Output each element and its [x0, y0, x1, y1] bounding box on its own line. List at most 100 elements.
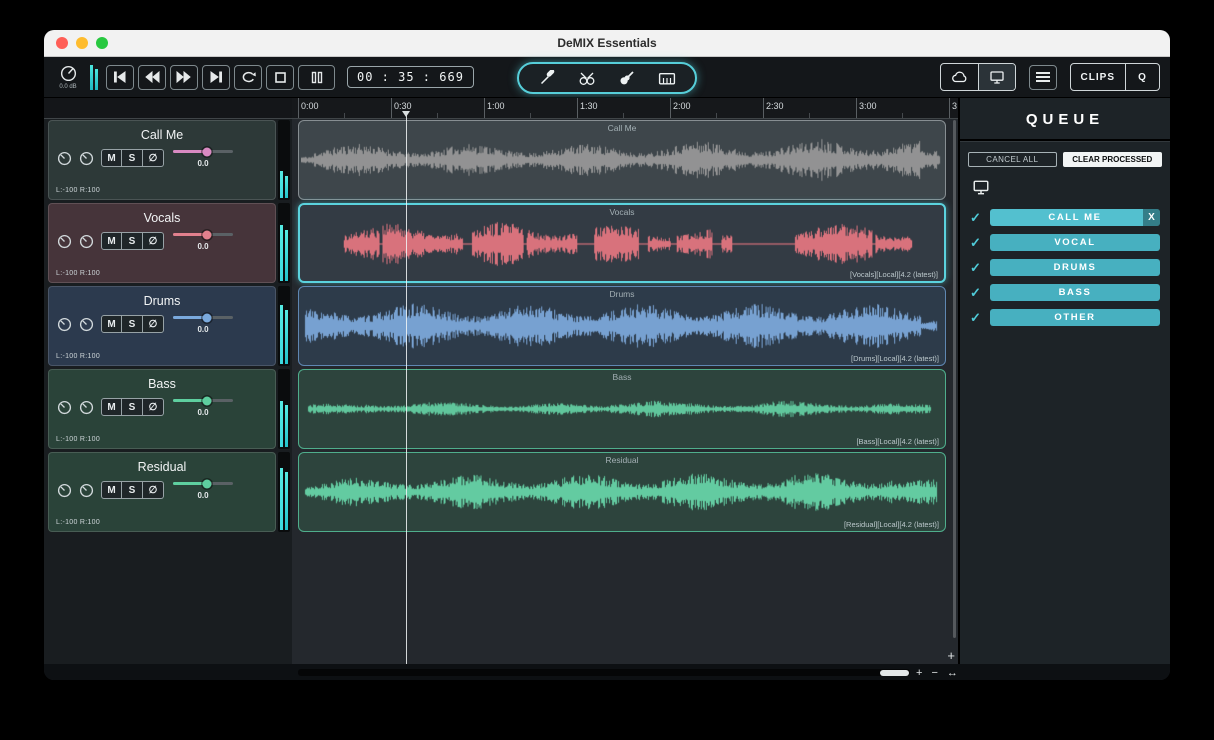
- audio-region[interactable]: Drums [Drums][Local][4.2 (latest)]: [298, 286, 946, 366]
- gain-slider-handle[interactable]: [202, 479, 212, 488]
- ruler-tick: 2:00: [670, 98, 691, 118]
- pan-knob[interactable]: [57, 400, 72, 415]
- menu-button[interactable]: [1028, 64, 1057, 90]
- fast-forward-button[interactable]: [170, 64, 198, 90]
- solo-button[interactable]: S: [122, 481, 143, 499]
- gain-slider-handle[interactable]: [202, 396, 212, 405]
- pause-button[interactable]: [298, 64, 335, 90]
- pan-knob[interactable]: [57, 234, 72, 249]
- queue-item[interactable]: ✓ BASS: [960, 284, 1170, 301]
- queue-item[interactable]: ✓ CALL ME X: [960, 209, 1170, 226]
- zoom-fit-button[interactable]: ↔: [947, 667, 958, 679]
- audio-region[interactable]: Vocals [Vocals][Local][4.2 (latest)]: [298, 203, 946, 283]
- audio-region[interactable]: Bass [Bass][Local][4.2 (latest)]: [298, 369, 946, 449]
- pan-knob[interactable]: [57, 483, 72, 498]
- gain-slider[interactable]: [173, 396, 233, 405]
- phase-button[interactable]: ∅: [143, 149, 164, 167]
- mute-button[interactable]: M: [101, 315, 122, 333]
- pan-knob[interactable]: [57, 317, 72, 332]
- trim-knob[interactable]: [79, 151, 94, 166]
- phase-button[interactable]: ∅: [143, 315, 164, 333]
- vertical-scrollbar[interactable]: [953, 120, 956, 638]
- phase-button[interactable]: ∅: [143, 398, 164, 416]
- track-header[interactable]: Residual M S ∅ 0.0 L:-100 R:100: [48, 452, 276, 532]
- stop-button[interactable]: [266, 64, 294, 90]
- queue-items: ✓ CALL ME X ✓ VOCAL ✓ DRUMS ✓ BASS ✓ OTH…: [960, 209, 1170, 326]
- piano-stem-button[interactable]: [658, 71, 676, 86]
- check-icon: ✓: [970, 234, 981, 250]
- phase-button[interactable]: ∅: [143, 481, 164, 499]
- guitar-stem-button[interactable]: [618, 70, 635, 86]
- solo-button[interactable]: S: [122, 232, 143, 250]
- queue-item[interactable]: ✓ OTHER: [960, 309, 1170, 326]
- master-volume-knob[interactable]: 0.0 dB: [54, 64, 82, 90]
- mute-button[interactable]: M: [101, 398, 122, 416]
- zoom-out-button[interactable]: −: [931, 667, 937, 679]
- loop-button[interactable]: [234, 64, 262, 90]
- queue-panel-button[interactable]: Q: [1125, 64, 1159, 90]
- local-processing-button[interactable]: [977, 64, 1015, 90]
- vertical-zoom-in-button[interactable]: +: [947, 649, 955, 662]
- gain-slider[interactable]: [173, 313, 233, 322]
- timeline-ruler[interactable]: 0:00 0:30 1:00 1:30 2:00 2:30 3:00 3: [292, 98, 958, 119]
- zoom-in-button[interactable]: +: [916, 667, 922, 679]
- queue-item-bar[interactable]: BASS: [990, 284, 1160, 301]
- trim-knob[interactable]: [79, 234, 94, 249]
- gain-slider[interactable]: [173, 479, 233, 488]
- trim-knob[interactable]: [79, 317, 94, 332]
- cancel-all-button[interactable]: CANCEL ALL: [968, 152, 1057, 167]
- mute-button[interactable]: M: [101, 232, 122, 250]
- gain-slider[interactable]: [173, 230, 233, 239]
- queue-item[interactable]: ✓ DRUMS: [960, 259, 1170, 276]
- local-machine-icon: [960, 169, 1170, 209]
- playhead[interactable]: [406, 112, 407, 664]
- remove-item-button[interactable]: X: [1143, 209, 1160, 226]
- playhead-marker[interactable]: [402, 111, 410, 117]
- pan-knob[interactable]: [57, 151, 72, 166]
- ruler-tick-label: 0:00: [301, 101, 319, 111]
- ruler-tick: 3: [949, 98, 957, 118]
- drums-stem-button[interactable]: [578, 70, 596, 86]
- phase-button[interactable]: ∅: [143, 232, 164, 250]
- vocals-stem-button[interactable]: [538, 70, 555, 86]
- trim-knob[interactable]: [79, 483, 94, 498]
- solo-button[interactable]: S: [122, 315, 143, 333]
- mute-button[interactable]: M: [101, 149, 122, 167]
- skip-end-button[interactable]: [202, 64, 230, 90]
- rewind-button[interactable]: [138, 64, 166, 90]
- horizontal-scrollbar-thumb[interactable]: [880, 669, 909, 676]
- solo-button[interactable]: S: [122, 149, 143, 167]
- track-header[interactable]: Bass M S ∅ 0.0 L:-100 R:100: [48, 369, 276, 449]
- timeline-pane: 0:00 0:30 1:00 1:30 2:00 2:30 3:00 3 Call Me Vo…: [292, 98, 958, 664]
- piano-icon: [658, 72, 675, 84]
- track-header[interactable]: Vocals M S ∅ 0.0 L:-100 R:100: [48, 203, 276, 283]
- track-header[interactable]: Call Me M S ∅ 0.0 L:-100 R:100: [48, 120, 276, 200]
- zoom-controls: + − ↔: [916, 664, 958, 680]
- queue-item-bar[interactable]: OTHER: [990, 309, 1160, 326]
- track-header[interactable]: Drums M S ∅ 0.0 L:-100 R:100: [48, 286, 276, 366]
- audio-region[interactable]: Residual [Residual][Local][4.2 (latest)]: [298, 452, 946, 532]
- gain-slider[interactable]: [173, 147, 233, 156]
- queue-item-bar[interactable]: CALL ME X: [990, 209, 1160, 226]
- queue-item-bar[interactable]: VOCAL: [990, 234, 1160, 251]
- solo-button[interactable]: S: [122, 398, 143, 416]
- gain-slider-handle[interactable]: [202, 313, 212, 322]
- ruler-minor-tick: [902, 113, 903, 118]
- audio-region[interactable]: Call Me: [298, 120, 946, 200]
- ruler-tick-label: 3:00: [859, 101, 877, 111]
- fast-forward-icon: [176, 71, 191, 83]
- gain-slider-handle[interactable]: [202, 230, 212, 239]
- queue-item-bar[interactable]: DRUMS: [990, 259, 1160, 276]
- mute-button[interactable]: M: [101, 481, 122, 499]
- trim-knob[interactable]: [79, 400, 94, 415]
- horizontal-scrollbar[interactable]: [298, 669, 910, 676]
- clear-processed-button[interactable]: CLEAR PROCESSED: [1062, 152, 1162, 167]
- skip-start-icon: [114, 71, 126, 83]
- skip-start-button[interactable]: [106, 64, 134, 90]
- pause-icon: [311, 71, 322, 83]
- clips-panel-button[interactable]: CLIPS: [1071, 64, 1125, 90]
- gain-slider-handle[interactable]: [202, 147, 212, 156]
- cloud-processing-button[interactable]: [941, 64, 978, 90]
- queue-item[interactable]: ✓ VOCAL: [960, 234, 1170, 251]
- queue-item-label: VOCAL: [1054, 237, 1096, 248]
